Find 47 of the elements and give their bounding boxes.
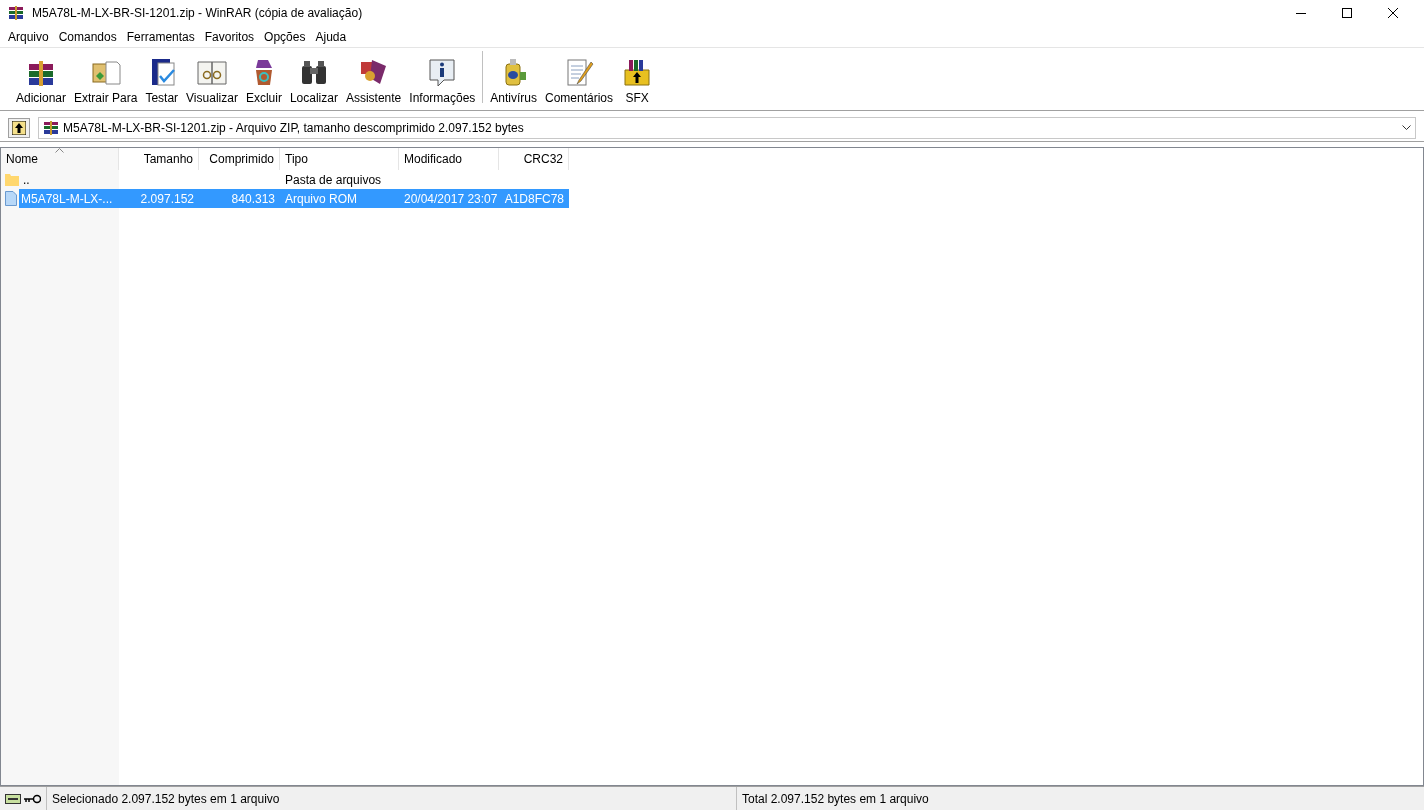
menu-item[interactable]: Ferramentas xyxy=(121,26,200,47)
column-header[interactable]: Tamanho xyxy=(119,148,199,170)
up-folder-button[interactable] xyxy=(8,117,30,138)
close-icon xyxy=(1388,8,1398,18)
menu-item[interactable]: Arquivo xyxy=(3,26,54,47)
status-text: Total 2.097.152 bytes em 1 arquivo xyxy=(742,790,929,808)
toolbar-button[interactable]: SFX xyxy=(617,56,658,105)
minimize-icon xyxy=(1296,12,1306,14)
table-cell-text: Pasta de arquivos xyxy=(285,171,382,189)
table-cell-text: 2.097.152 xyxy=(140,190,194,208)
menu-item[interactable]: Ajuda xyxy=(310,26,352,47)
toolbar-button[interactable]: Testar xyxy=(141,56,183,105)
toolbar-button[interactable]: Extrair Para xyxy=(70,56,142,105)
up-arrow-icon xyxy=(12,120,26,135)
books-icon xyxy=(8,5,24,21)
toolbar-button[interactable]: Visualizar xyxy=(182,56,242,105)
toolbar-button[interactable]: Informações xyxy=(405,56,480,105)
column-header[interactable]: CRC32 xyxy=(499,148,569,170)
window-title: M5A78L-M-LX-BR-SI-1201.zip - WinRAR (cópia de avaliação) xyxy=(32,5,363,22)
column-header[interactable]: Nome xyxy=(1,148,119,170)
key-icon xyxy=(23,793,41,804)
table-cell-text: 20/04/2017 23:07 xyxy=(404,190,498,208)
toolbar-button[interactable]: Assistente xyxy=(341,56,406,105)
address-text: M5A78L-M-LX-BR-SI-1201.zip - Arquivo ZIP, tamanho descomprimido 2.097.152 bytes xyxy=(63,119,525,137)
menu-item[interactable]: Comandos xyxy=(53,26,122,47)
table-cell-text: 840.313 xyxy=(231,190,275,208)
column-header[interactable]: Tipo xyxy=(280,148,399,170)
folder-icon xyxy=(5,172,19,187)
dropdown-caret-icon xyxy=(1402,125,1411,130)
address-field[interactable]: M5A78L-M-LX-BR-SI-1201.zip - Arquivo ZIP, tamanho descomprimido 2.097.152 bytes xyxy=(38,116,1416,139)
menu-item[interactable]: Favoritos xyxy=(199,26,260,47)
file-name[interactable]: .. xyxy=(21,170,119,189)
menu-item[interactable]: Opções xyxy=(259,26,311,47)
drive-icon xyxy=(5,793,21,804)
toolbar-button[interactable]: Adicionar xyxy=(12,56,71,105)
column-header[interactable]: Comprimido xyxy=(199,148,280,170)
toolbar-button[interactable]: Excluir xyxy=(241,56,286,105)
toolbar-button[interactable]: Localizar xyxy=(285,56,342,105)
table-cell-text: Arquivo ROM xyxy=(285,190,358,208)
table-cell-text: A1D8FC78 xyxy=(504,190,564,208)
column-header[interactable]: Modificado xyxy=(399,148,499,170)
status-text: Selecionado 2.097.152 bytes em 1 arquivo xyxy=(52,790,280,808)
maximize-icon xyxy=(1342,8,1352,18)
file-icon xyxy=(5,191,17,206)
toolbar-button[interactable]: Antivírus xyxy=(486,56,541,105)
books-icon xyxy=(43,119,59,136)
toolbar-button[interactable]: Comentários xyxy=(541,56,618,105)
